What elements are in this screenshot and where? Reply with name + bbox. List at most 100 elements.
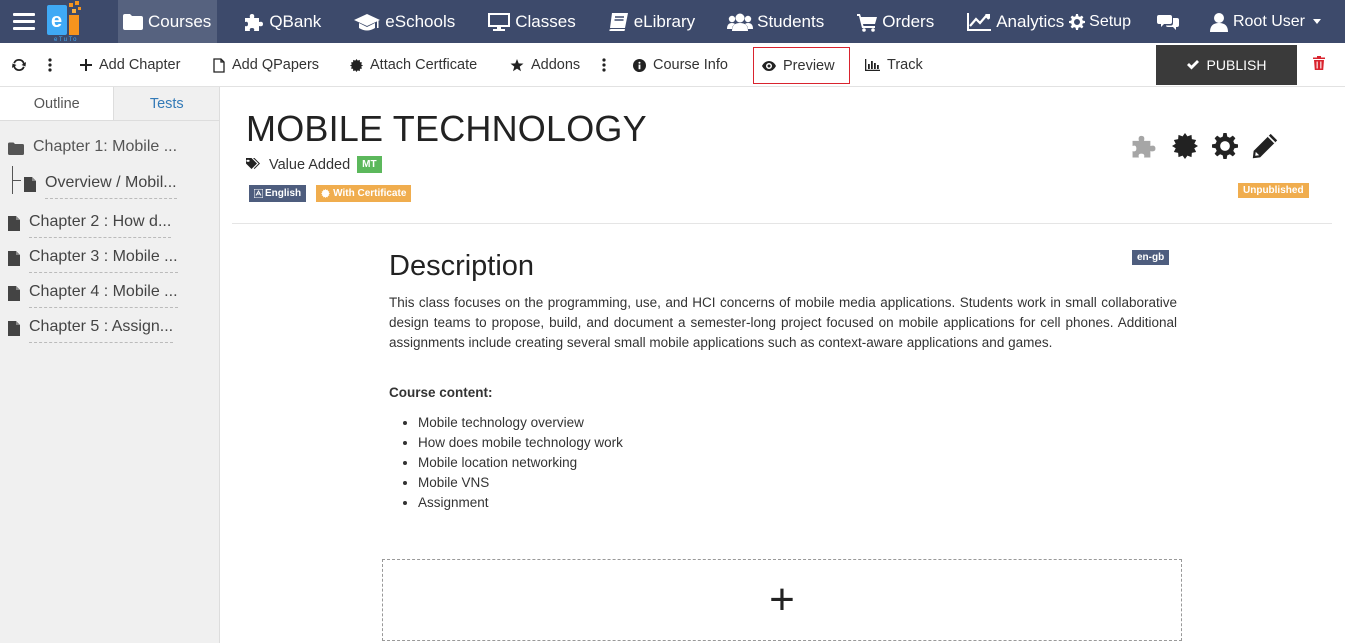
nav-analytics-label: Analytics bbox=[996, 11, 1065, 31]
track-label: Track bbox=[887, 57, 923, 73]
tab-outline[interactable]: Outline bbox=[0, 87, 114, 121]
nav-qbank[interactable]: QBank bbox=[241, 0, 323, 43]
file-icon bbox=[8, 216, 20, 231]
publish-button[interactable]: PUBLISH bbox=[1156, 45, 1297, 85]
course-badges: English With Certificate bbox=[249, 185, 412, 202]
list-item: Assignment bbox=[418, 493, 623, 513]
user-icon bbox=[1209, 12, 1228, 32]
list-item: Mobile VNS bbox=[418, 473, 623, 493]
language-icon bbox=[254, 189, 263, 198]
outline-chapter-3[interactable]: Chapter 3 : Mobile ... bbox=[8, 244, 178, 273]
course-category-row: Value Added MT bbox=[246, 156, 382, 173]
nav-qbank-label: QBank bbox=[269, 11, 322, 31]
certificate-icon bbox=[1172, 133, 1198, 159]
sidebar-tabs: Outline Tests bbox=[0, 87, 219, 121]
check-icon bbox=[1186, 60, 1199, 70]
course-content-list: Mobile technology overview How does mobi… bbox=[418, 413, 623, 513]
outline-chapter-5-label: Chapter 5 : Assign... bbox=[29, 314, 174, 343]
outline-chapter-1[interactable]: Chapter 1: Mobile ... bbox=[8, 134, 177, 162]
bar-chart-icon bbox=[865, 59, 880, 71]
main-nav: Courses QBank eSchools Classes eLibrary … bbox=[118, 0, 1094, 43]
outline-chapter-4-label: Chapter 4 : Mobile ... bbox=[29, 279, 178, 308]
refresh-button[interactable] bbox=[12, 43, 33, 87]
course-settings-button[interactable] bbox=[1212, 133, 1238, 164]
certificate-settings-button[interactable] bbox=[1172, 133, 1198, 164]
course-code-badge: MT bbox=[357, 156, 382, 173]
course-content-label: Course content: bbox=[389, 385, 493, 400]
chat-icon bbox=[1156, 14, 1179, 30]
more-options-button[interactable] bbox=[48, 43, 59, 87]
cart-icon bbox=[857, 13, 878, 32]
nav-eschools[interactable]: eSchools bbox=[351, 0, 457, 43]
user-menu[interactable]: Root User bbox=[1207, 0, 1323, 43]
page-title: MOBILE TECHNOLOGY bbox=[246, 108, 647, 149]
eye-icon bbox=[762, 60, 776, 71]
publish-label: PUBLISH bbox=[1206, 57, 1267, 73]
folder-icon bbox=[8, 142, 24, 155]
nav-elibrary[interactable]: eLibrary bbox=[606, 0, 697, 43]
description-body: This class focuses on the programming, u… bbox=[389, 295, 1177, 350]
nav-classes-label: Classes bbox=[515, 11, 576, 31]
graduation-cap-icon bbox=[354, 13, 381, 30]
top-navbar: e eTuTo Courses QBank eSchools Classes e… bbox=[0, 0, 1345, 43]
status-badge: Unpublished bbox=[1238, 183, 1309, 198]
tree-connector bbox=[12, 180, 21, 181]
user-menu-label: Root User bbox=[1232, 12, 1305, 30]
attach-certificate-button[interactable]: Attach Certficate bbox=[350, 43, 477, 87]
course-info-button[interactable]: Course Info bbox=[633, 43, 728, 87]
track-button[interactable]: Track bbox=[865, 43, 923, 87]
addons-more-button[interactable] bbox=[602, 43, 613, 87]
nav-eschools-label: eSchools bbox=[385, 11, 456, 31]
nav-right: Setup Root User bbox=[1067, 0, 1323, 43]
add-content-block-button[interactable]: + bbox=[382, 559, 1182, 641]
list-item: Mobile location networking bbox=[418, 453, 623, 473]
outline-chapter-2[interactable]: Chapter 2 : How d... bbox=[8, 209, 172, 238]
nav-courses[interactable]: Courses bbox=[118, 0, 218, 43]
file-icon bbox=[213, 57, 225, 73]
tab-tests[interactable]: Tests bbox=[113, 87, 219, 121]
file-icon bbox=[24, 177, 36, 192]
pencil-icon bbox=[1252, 133, 1278, 159]
language-badge-label: English bbox=[265, 188, 302, 199]
outline-lesson-overview-label: Overview / Mobil... bbox=[45, 170, 177, 199]
tags-icon bbox=[246, 158, 260, 169]
preview-label: Preview bbox=[783, 57, 835, 74]
course-category: Value Added bbox=[269, 156, 351, 173]
outline-chapter-4[interactable]: Chapter 4 : Mobile ... bbox=[8, 279, 178, 308]
puzzle-icon bbox=[1132, 135, 1156, 158]
outline-chapter-5[interactable]: Chapter 5 : Assign... bbox=[8, 314, 174, 343]
nav-elibrary-label: eLibrary bbox=[633, 11, 696, 31]
chat-button[interactable] bbox=[1155, 0, 1185, 43]
outline-lesson-overview[interactable]: Overview / Mobil... bbox=[24, 170, 177, 199]
add-qpapers-button[interactable]: Add QPapers bbox=[213, 43, 319, 87]
header-divider bbox=[232, 223, 1332, 224]
delete-course-button[interactable] bbox=[1313, 56, 1325, 75]
users-icon bbox=[727, 13, 754, 31]
svg-text:e: e bbox=[51, 10, 62, 32]
plus-icon bbox=[80, 59, 92, 71]
nav-courses-label: Courses bbox=[148, 11, 212, 31]
course-info-label: Course Info bbox=[653, 57, 728, 73]
nav-orders[interactable]: Orders bbox=[854, 0, 936, 43]
language-badge: English bbox=[249, 185, 307, 202]
monitor-icon bbox=[488, 12, 511, 31]
gear-icon bbox=[1069, 13, 1086, 30]
folder-icon bbox=[123, 13, 143, 30]
nav-analytics[interactable]: Analytics bbox=[964, 0, 1066, 43]
description-heading: Description bbox=[389, 250, 535, 282]
add-chapter-button[interactable]: Add Chapter bbox=[80, 43, 180, 87]
locale-badge: en-gb bbox=[1132, 250, 1170, 265]
edit-course-button[interactable] bbox=[1252, 133, 1278, 164]
menu-toggle-button[interactable] bbox=[13, 13, 35, 30]
star-icon bbox=[510, 58, 524, 71]
preview-button[interactable]: Preview bbox=[753, 47, 850, 84]
nav-students-label: Students bbox=[757, 11, 825, 31]
nav-classes[interactable]: Classes bbox=[485, 0, 577, 43]
nav-students[interactable]: Students bbox=[725, 0, 826, 43]
addons-button[interactable]: Addons bbox=[510, 43, 580, 87]
certificate-badge: With Certificate bbox=[316, 185, 412, 202]
logo[interactable]: e eTuTo bbox=[45, 0, 90, 43]
nav-setup[interactable]: Setup bbox=[1067, 0, 1133, 43]
addon-puzzle-button[interactable] bbox=[1130, 133, 1158, 164]
file-icon bbox=[8, 286, 20, 301]
